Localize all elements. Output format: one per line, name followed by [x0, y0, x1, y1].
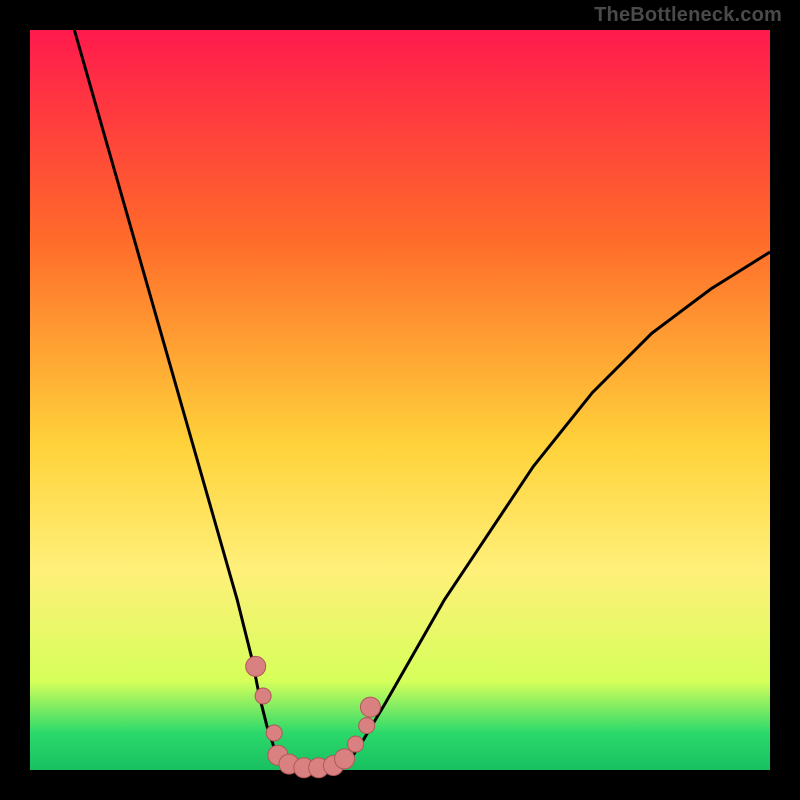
chart-frame: TheBottleneck.com	[0, 0, 800, 800]
valley-marker	[335, 749, 355, 769]
plot-gradient-background	[30, 30, 770, 770]
valley-marker	[266, 725, 282, 741]
valley-marker	[359, 718, 375, 734]
valley-marker	[246, 656, 266, 676]
valley-marker	[360, 697, 380, 717]
valley-marker	[255, 688, 271, 704]
bottleneck-chart	[0, 0, 800, 800]
watermark-text: TheBottleneck.com	[594, 4, 782, 27]
valley-marker	[348, 736, 364, 752]
